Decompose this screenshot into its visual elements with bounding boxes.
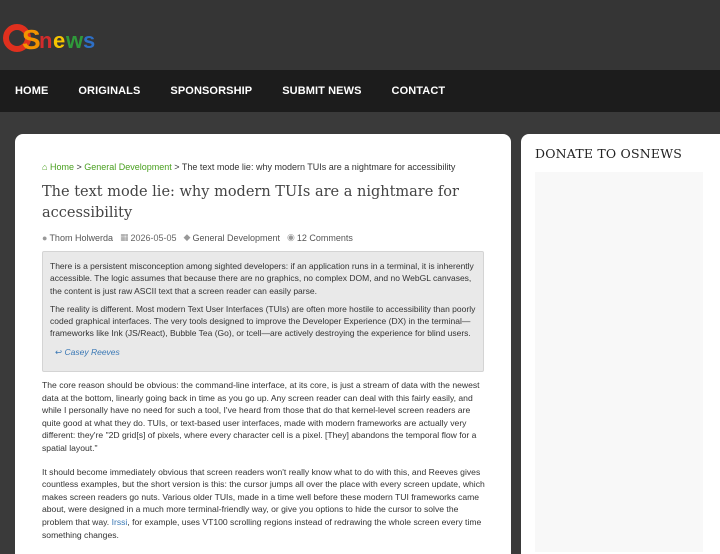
sidebar-title: DONATE TO OSNEWS — [535, 146, 683, 161]
home-icon: ⌂ — [42, 162, 48, 172]
sidebar: DONATE TO OSNEWS — [521, 134, 720, 554]
body-paragraph: It should become immediately obvious tha… — [42, 466, 487, 542]
nav-submit-news[interactable]: SUBMIT NEWS — [282, 85, 361, 97]
svg-text:e: e — [53, 28, 65, 53]
svg-text:s: s — [83, 28, 95, 53]
calendar-icon: ▦ — [119, 232, 129, 242]
body-paragraph: The core reason should be obvious: the c… — [42, 380, 480, 453]
article-body: The core reason should be obvious: the c… — [42, 379, 487, 552]
author-link[interactable]: Thom Holwerda — [49, 233, 113, 243]
meta-category: ◆ General Development — [184, 232, 280, 243]
quote-citation-name: Casey Reeves — [64, 346, 120, 357]
article-blockquote: There is a persistent misconception amon… — [42, 251, 484, 372]
svg-text:n: n — [39, 28, 52, 53]
site-header: S n e w s — [0, 0, 720, 70]
meta-date: ▦ 2026-05-05 — [120, 232, 177, 243]
user-icon: ● — [42, 232, 48, 243]
breadcrumb: ⌂ Home > General Development > The text … — [42, 162, 455, 172]
meta-comments: ◉ 12 Comments — [287, 232, 353, 243]
breadcrumb-current: The text mode lie: why modern TUIs are a… — [181, 162, 456, 172]
comments-icon: ◉ — [287, 232, 295, 242]
breadcrumb-category[interactable]: General Development — [84, 162, 172, 172]
main-nav: HOME ORIGINALS SPONSORSHIP SUBMIT NEWS C… — [0, 70, 720, 112]
content-wrap: ⌂ Home > General Development > The text … — [15, 134, 720, 554]
nav-home[interactable]: HOME — [15, 85, 48, 97]
category-link[interactable]: General Development — [192, 233, 280, 243]
quote-paragraph: The reality is different. Most modern Te… — [50, 303, 476, 339]
donate-widget[interactable] — [535, 172, 703, 552]
nav-contact[interactable]: CONTACT — [392, 85, 446, 97]
tag-icon: ◆ — [183, 232, 191, 242]
svg-text:w: w — [65, 28, 84, 53]
quote-paragraph: There is a persistent misconception amon… — [50, 261, 474, 296]
osnews-logo-graphic: S n e w s — [3, 24, 95, 55]
quote-citation[interactable]: ↩ Casey Reeves — [55, 346, 476, 358]
breadcrumb-separator: > — [171, 162, 182, 172]
article-meta: ● Thom Holwerda ▦ 2026-05-05 ◆ General D… — [42, 232, 360, 243]
nav-originals[interactable]: ORIGINALS — [78, 85, 140, 97]
meta-author: ● Thom Holwerda — [42, 233, 113, 243]
irssi-link[interactable]: Irssi — [112, 517, 128, 527]
svg-text:S: S — [22, 24, 41, 55]
reply-arrow-icon: ↩ — [55, 346, 63, 357]
article-title: The text mode lie: why modern TUIs are a… — [42, 184, 459, 221]
breadcrumb-home[interactable]: Home — [50, 162, 74, 172]
article-date: 2026-05-05 — [130, 232, 177, 243]
nav-sponsorship[interactable]: SPONSORSHIP — [170, 85, 252, 97]
osnews-logo[interactable]: S n e w s — [2, 18, 106, 58]
article-panel: ⌂ Home > General Development > The text … — [15, 134, 511, 554]
comments-link[interactable]: 12 Comments — [297, 233, 353, 243]
breadcrumb-separator: > — [73, 162, 85, 172]
